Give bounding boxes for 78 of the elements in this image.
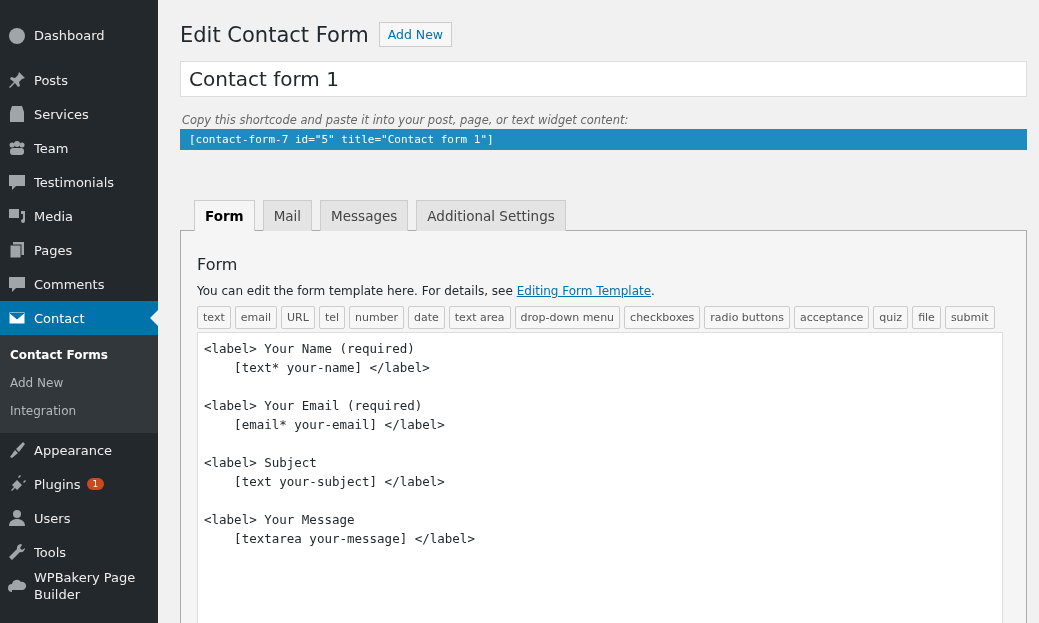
- menu-label: WPBakery Page Builder: [34, 569, 137, 603]
- store-icon: [7, 104, 27, 124]
- template-line: <label> Your Message: [204, 511, 356, 529]
- tag-generator-button[interactable]: checkboxes: [624, 306, 701, 329]
- editing-form-template-link[interactable]: Editing Form Template: [516, 284, 652, 298]
- tag-generator-button[interactable]: URL: [281, 306, 315, 329]
- tag-generator-button[interactable]: radio buttons: [704, 306, 790, 329]
- sidebar-menu-item[interactable]: Users: [0, 501, 158, 535]
- comment-icon: [7, 274, 27, 294]
- tag-generator-button[interactable]: tel: [318, 306, 346, 329]
- form-template-editor[interactable]: [197, 332, 1003, 623]
- menu-label: Appearance: [34, 441, 113, 459]
- wrench-icon: [7, 542, 27, 562]
- tag-generator-button[interactable]: file: [912, 306, 941, 329]
- template-line: <label> Subject: [204, 454, 318, 472]
- sidebar-menu-item[interactable]: Comments: [0, 267, 158, 301]
- sidebar-menu-item[interactable]: Appearance: [0, 433, 158, 467]
- tag-generator-button[interactable]: text: [197, 306, 231, 329]
- sidebar-menu-item[interactable]: Services: [0, 97, 158, 131]
- person-icon: [7, 508, 27, 528]
- sidebar-menu-item[interactable]: Pages: [0, 233, 158, 267]
- submenu-item[interactable]: Contact Forms: [0, 341, 158, 369]
- menu-label: Team: [34, 139, 69, 157]
- page-title: Edit Contact Form: [180, 22, 369, 47]
- add-new-button[interactable]: Add New: [378, 22, 453, 47]
- tag-generator-button[interactable]: submit: [944, 306, 995, 329]
- tab[interactable]: Additional Settings: [416, 200, 566, 231]
- tag-generator-button[interactable]: drop-down menu: [514, 306, 621, 329]
- template-line: [text your-subject] </label>: [233, 473, 446, 491]
- template-line: <label> Your Name (required): [204, 340, 416, 358]
- sidebar-menu-item[interactable]: Testimonials: [0, 165, 158, 199]
- pages-icon: [7, 240, 27, 260]
- shortcode-hint: Copy this shortcode and paste it into your post, page, or text widget content:: [182, 113, 630, 127]
- speech-bubble-icon: [7, 172, 27, 192]
- template-line: [textarea your-message] </label>: [233, 530, 476, 548]
- tab[interactable]: Form: [194, 200, 255, 231]
- template-line: [text* your-name] </label>: [233, 359, 431, 377]
- submenu-item[interactable]: Add New: [0, 369, 158, 397]
- tab[interactable]: Messages: [320, 200, 409, 231]
- tab[interactable]: Mail: [262, 200, 313, 231]
- media-icon: [7, 206, 27, 226]
- menu-label: Services: [34, 105, 89, 123]
- pushpin-icon: [7, 70, 27, 90]
- sidebar-menu-item[interactable]: Contact: [0, 301, 158, 335]
- paintbrush-icon: [7, 440, 27, 460]
- shortcode-field[interactable]: [contact-form-7 id="5" title="Contact form 1"]: [180, 129, 1027, 150]
- panel-heading: Form: [197, 255, 239, 274]
- menu-label: Tools: [34, 543, 67, 561]
- menu-label: Comments: [34, 275, 105, 293]
- tag-generator-button[interactable]: date: [407, 306, 445, 329]
- menu-label: Media: [34, 207, 74, 225]
- people-icon: [7, 138, 27, 158]
- sidebar-menu-item[interactable]: WPBakery Page Builder: [0, 569, 158, 603]
- update-count-badge: 1: [86, 478, 105, 490]
- sidebar-menu-item[interactable]: Tools: [0, 535, 158, 569]
- title-input-field[interactable]: Contact form 1: [180, 61, 1027, 97]
- menu-label: Plugins: [34, 475, 81, 493]
- sidebar-menu-item[interactable]: Team: [0, 131, 158, 165]
- current-page-pointer: [150, 310, 158, 326]
- menu-label: Contact: [34, 309, 85, 327]
- sidebar-menu-item[interactable]: Plugins 1: [0, 467, 158, 501]
- tag-generator-button[interactable]: text area: [448, 306, 511, 329]
- tag-generator-button[interactable]: number: [349, 306, 404, 329]
- menu-label: Testimonials: [34, 173, 115, 191]
- sidebar-menu-item[interactable]: Dashboard: [0, 18, 158, 52]
- tag-generator-button[interactable]: quiz: [873, 306, 909, 329]
- sidebar-menu-item[interactable]: Posts: [0, 63, 158, 97]
- menu-label: Pages: [34, 241, 73, 259]
- tag-generator-button[interactable]: email: [234, 306, 278, 329]
- template-line: [email* your-email] </label>: [233, 416, 446, 434]
- template-line: <label> Your Email (required): [204, 397, 424, 415]
- menu-label: Dashboard: [34, 26, 106, 44]
- menu-label: Users: [34, 509, 71, 527]
- submenu-item[interactable]: Integration: [0, 397, 158, 425]
- menu-label: Posts: [34, 71, 68, 89]
- sidebar-menu-item[interactable]: Media: [0, 199, 158, 233]
- tag-generator-button[interactable]: acceptance: [793, 306, 870, 329]
- panel-description: You can edit the form template here. For details, see Editing Form Template.: [197, 284, 656, 298]
